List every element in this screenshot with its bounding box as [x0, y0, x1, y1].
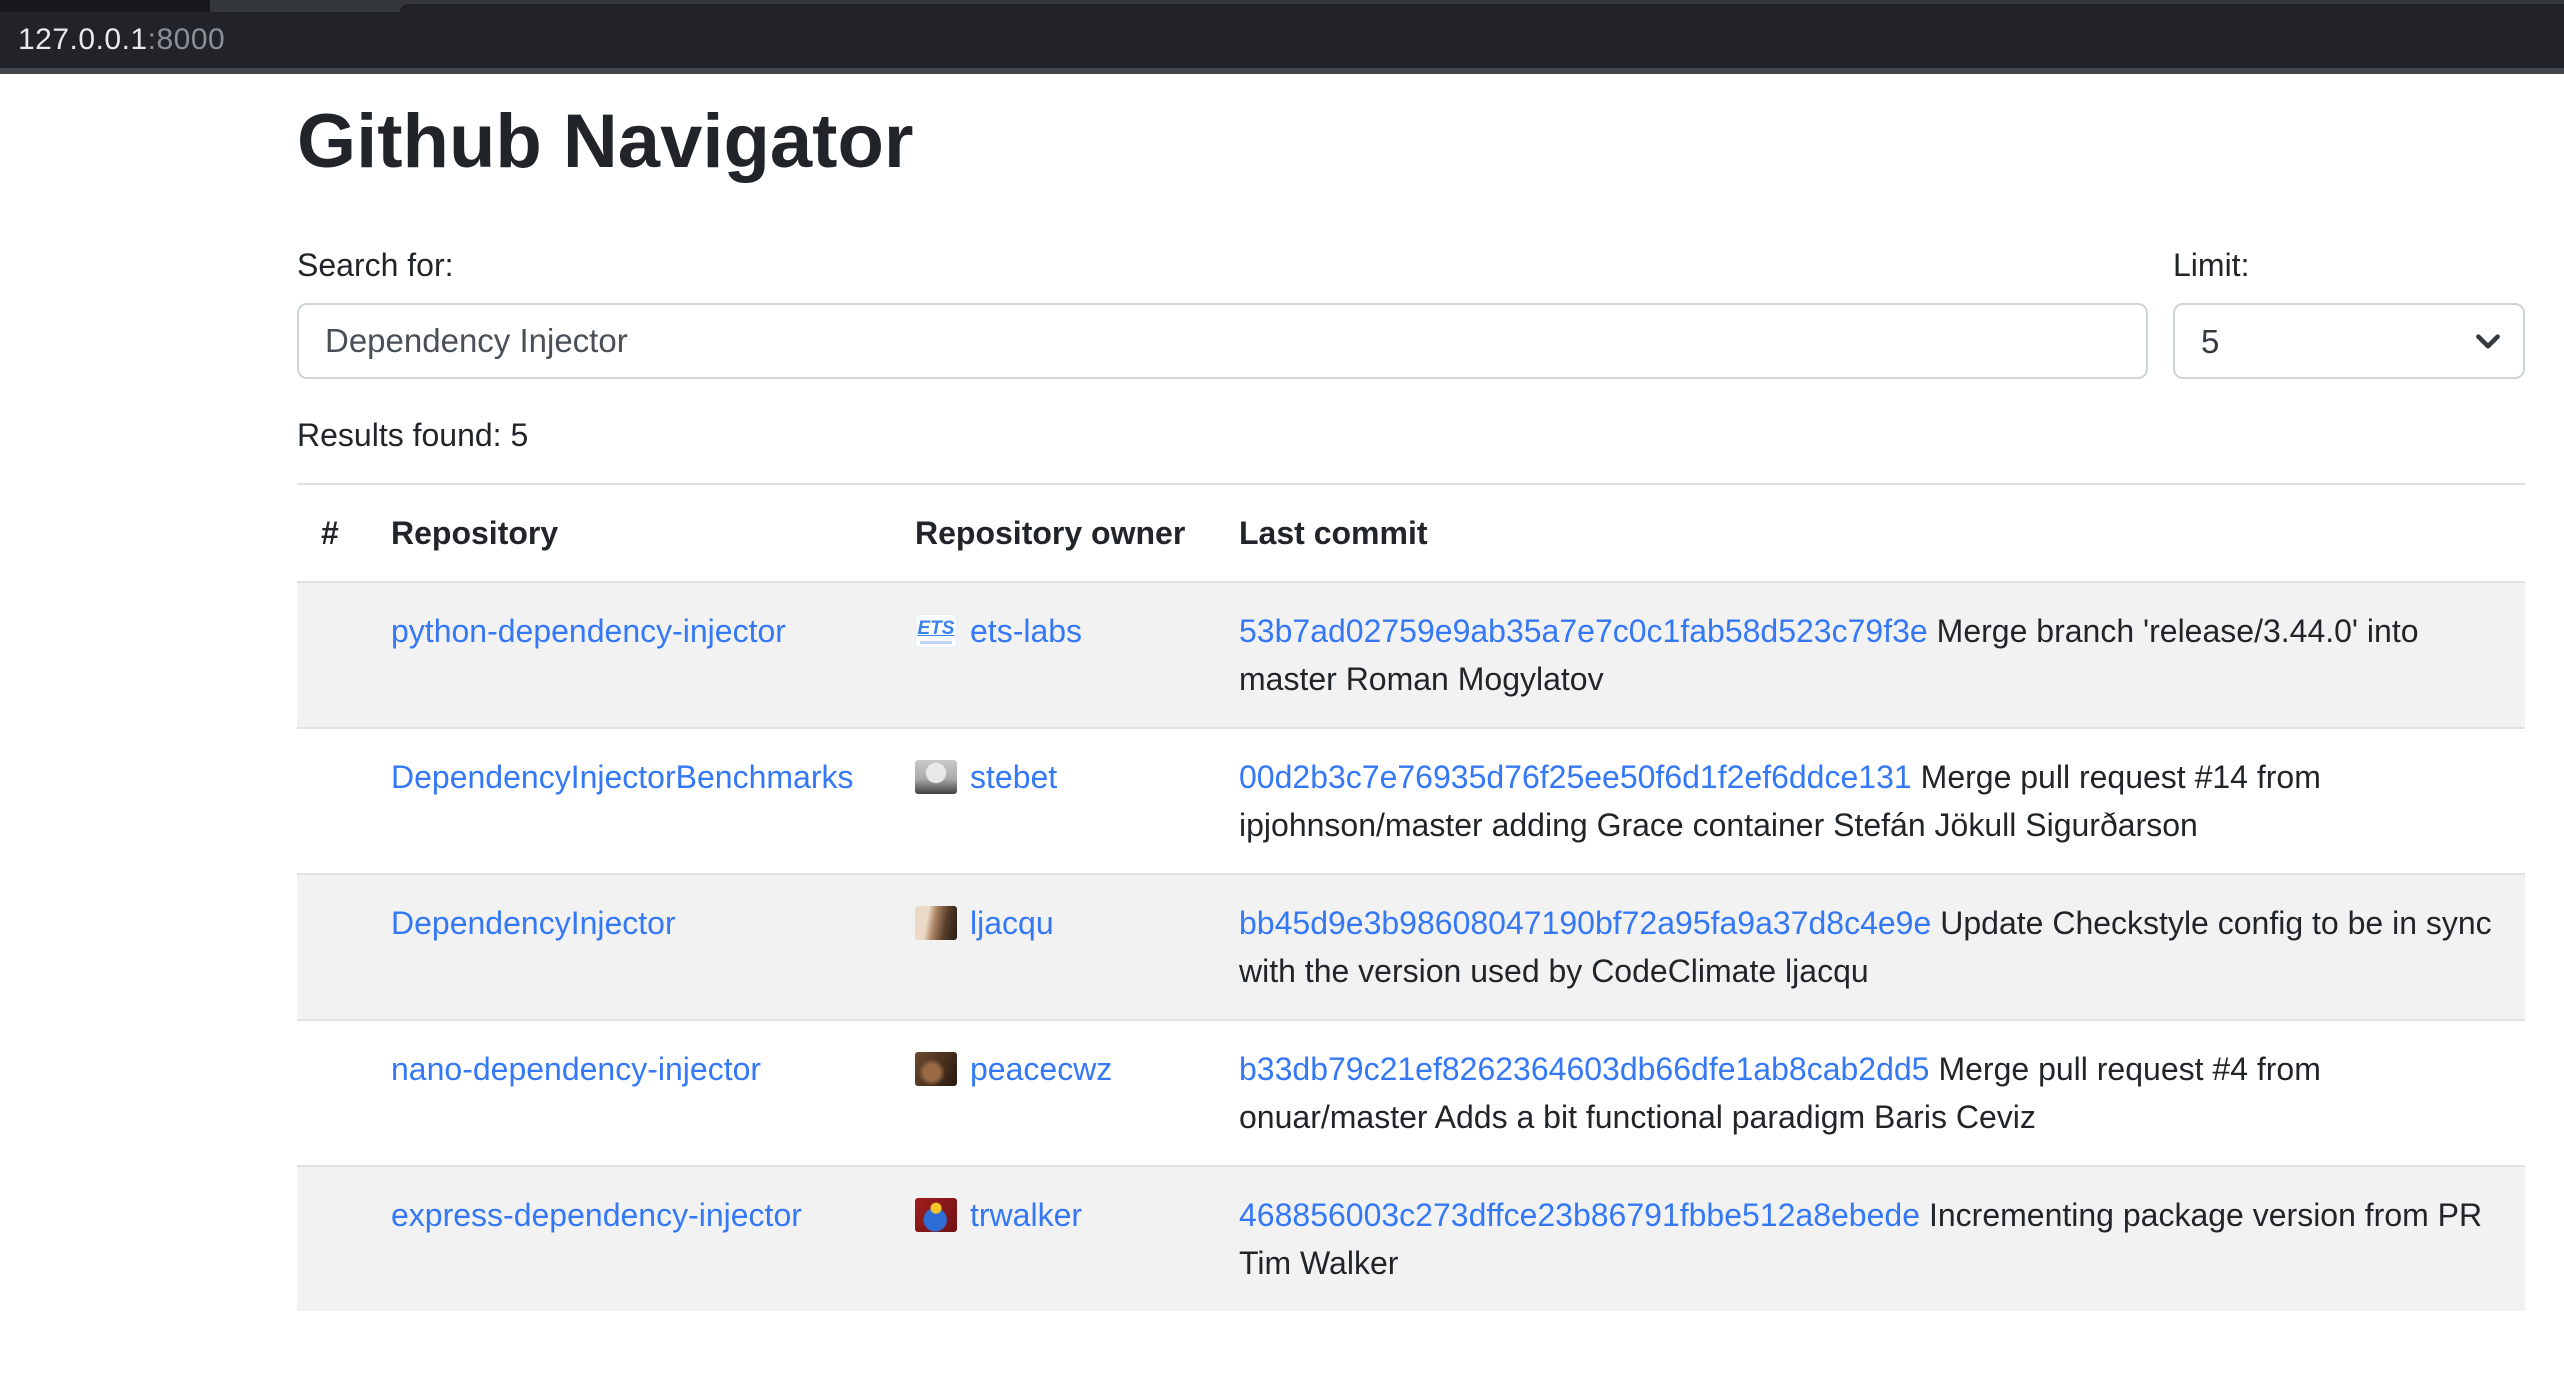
- grayscale-portrait-photo: [915, 760, 957, 794]
- repo-link[interactable]: nano-dependency-injector: [391, 1051, 761, 1087]
- search-input[interactable]: [297, 303, 2148, 379]
- owner-wrap: trwalker: [915, 1191, 1191, 1239]
- owner-cell: stebet: [891, 728, 1215, 874]
- owner-cell: trwalker: [891, 1166, 1215, 1311]
- owner-link[interactable]: stebet: [970, 753, 1057, 801]
- table-row: python-dependency-injector ETS ets-labs …: [297, 582, 2525, 728]
- repo-cell: express-dependency-injector: [367, 1166, 891, 1311]
- commit-link[interactable]: 00d2b3c7e76935d76f25ee50f6d1f2ef6ddce131: [1239, 759, 1912, 795]
- search-form: Search for: Limit: 5: [297, 241, 2525, 379]
- row-number-cell: [297, 874, 367, 1020]
- header-number: #: [297, 484, 367, 582]
- table-row: DependencyInjector ljacqu bb45d9e3b98608…: [297, 874, 2525, 1020]
- page-title: Github Navigator: [297, 96, 2525, 187]
- table-row: DependencyInjectorBenchmarks stebet 00d2…: [297, 728, 2525, 874]
- table-row: express-dependency-injector trwalker 468…: [297, 1166, 2525, 1311]
- row-number-cell: [297, 728, 367, 874]
- repo-cell: DependencyInjectorBenchmarks: [367, 728, 891, 874]
- results-table: # Repository Repository owner Last commi…: [297, 483, 2525, 1311]
- limit-group: Limit: 5: [2173, 241, 2525, 379]
- avatar-logo-text: ETS: [918, 619, 955, 638]
- table-row: nano-dependency-injector peacecwz b33db7…: [297, 1020, 2525, 1166]
- commit-cell: 468856003c273dffce23b86791fbbe512a8ebede…: [1215, 1166, 2525, 1311]
- commit-link[interactable]: b33db79c21ef8262364603db66dfe1ab8cab2dd5: [1239, 1051, 1929, 1087]
- owner-wrap: stebet: [915, 753, 1191, 801]
- search-group: Search for:: [297, 241, 2148, 379]
- commit-cell: bb45d9e3b98608047190bf72a95fa9a37d8c4e9e…: [1215, 874, 2525, 1020]
- browser-tab-edge: [400, 4, 2564, 12]
- table-header-row: # Repository Repository owner Last commi…: [297, 484, 2525, 582]
- owner-link[interactable]: ljacqu: [970, 899, 1054, 947]
- browser-address-bar[interactable]: 127.0.0.1:8000: [0, 12, 2564, 68]
- repo-link[interactable]: DependencyInjectorBenchmarks: [391, 759, 853, 795]
- url-port: :8000: [148, 23, 226, 56]
- owner-wrap: peacecwz: [915, 1045, 1191, 1093]
- row-number-cell: [297, 1020, 367, 1166]
- browser-chrome-divider: [0, 68, 2564, 74]
- cat-photo: [915, 906, 957, 940]
- commit-link[interactable]: bb45d9e3b98608047190bf72a95fa9a37d8c4e9e: [1239, 905, 1931, 941]
- lego-astronaut-photo: [915, 1198, 957, 1232]
- owner-cell: peacecwz: [891, 1020, 1215, 1166]
- commit-cell: b33db79c21ef8262364603db66dfe1ab8cab2dd5…: [1215, 1020, 2525, 1166]
- header-owner: Repository owner: [891, 484, 1215, 582]
- commit-cell: 00d2b3c7e76935d76f25ee50f6d1f2ef6ddce131…: [1215, 728, 2525, 874]
- row-number-cell: [297, 1166, 367, 1311]
- browser-tab-strip: [0, 0, 2564, 12]
- repo-cell: DependencyInjector: [367, 874, 891, 1020]
- search-label: Search for:: [297, 241, 2148, 289]
- commit-link[interactable]: 468856003c273dffce23b86791fbbe512a8ebede: [1239, 1197, 1920, 1233]
- owner-link[interactable]: peacecwz: [970, 1045, 1112, 1093]
- owner-link[interactable]: trwalker: [970, 1191, 1082, 1239]
- window-corner: [0, 0, 210, 12]
- repo-cell: nano-dependency-injector: [367, 1020, 891, 1166]
- repo-link[interactable]: DependencyInjector: [391, 905, 676, 941]
- url-text[interactable]: 127.0.0.1:8000: [18, 23, 225, 57]
- header-repository: Repository: [367, 484, 891, 582]
- commit-cell: 53b7ad02759e9ab35a7e7c0c1fab58d523c79f3e…: [1215, 582, 2525, 728]
- url-host: 127.0.0.1: [18, 23, 148, 56]
- browser-chrome: 127.0.0.1:8000: [0, 0, 2564, 74]
- results-summary: Results found: 5: [297, 411, 2525, 459]
- repo-link[interactable]: python-dependency-injector: [391, 613, 786, 649]
- owner-cell: ljacqu: [891, 874, 1215, 1020]
- owner-cell: ETS ets-labs: [891, 582, 1215, 728]
- repo-link[interactable]: express-dependency-injector: [391, 1197, 802, 1233]
- portrait-photo: [915, 1052, 957, 1086]
- limit-select-wrap: 5: [2173, 303, 2525, 379]
- owner-link[interactable]: ets-labs: [970, 607, 1082, 655]
- header-last-commit: Last commit: [1215, 484, 2525, 582]
- ets-labs-logo: ETS: [915, 614, 957, 648]
- commit-link[interactable]: 53b7ad02759e9ab35a7e7c0c1fab58d523c79f3e: [1239, 613, 1928, 649]
- repo-cell: python-dependency-injector: [367, 582, 891, 728]
- limit-select[interactable]: 5: [2173, 303, 2525, 379]
- row-number-cell: [297, 582, 367, 728]
- owner-wrap: ETS ets-labs: [915, 607, 1191, 655]
- owner-wrap: ljacqu: [915, 899, 1191, 947]
- page-content: Github Navigator Search for: Limit: 5 Re…: [297, 96, 2525, 1311]
- limit-label: Limit:: [2173, 241, 2525, 289]
